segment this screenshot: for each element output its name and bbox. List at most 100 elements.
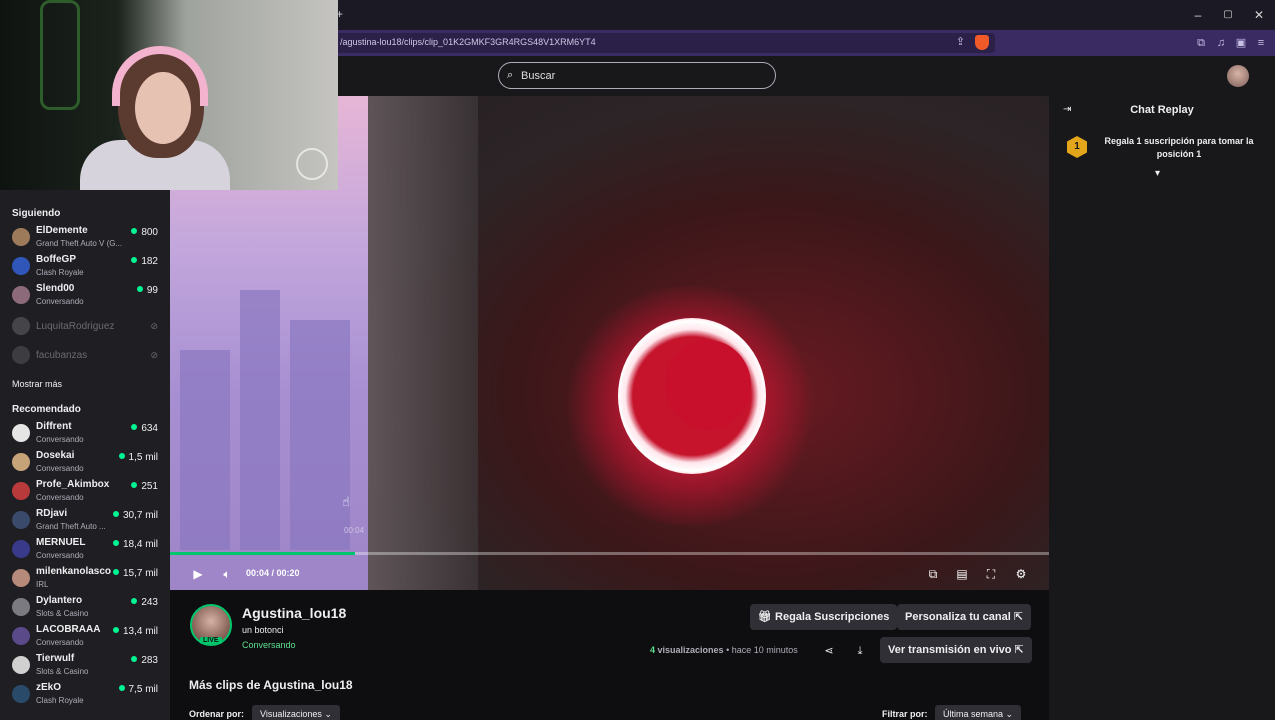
viewer-count: 634 — [131, 423, 158, 434]
sort-dropdown[interactable]: Visualizaciones ⌄ — [252, 705, 340, 720]
watch-live-label: Ver transmisión en vivo — [888, 644, 1012, 656]
scene-building — [240, 290, 280, 550]
settings-icon[interactable]: ⚙ — [1013, 566, 1029, 582]
channel-name: MERNUEL — [36, 537, 86, 548]
music-icon[interactable]: ♫ — [1213, 35, 1229, 51]
gift-prompt: Regala 1 suscripción para tomar la posic… — [1104, 136, 1254, 159]
channel-game: Slots & Casino — [36, 609, 89, 618]
mini-player-icon[interactable]: ⧉ — [925, 566, 941, 582]
watch-live-button[interactable]: Ver transmisión en vivo ⇱ — [880, 637, 1032, 663]
channel-game: Grand Theft Auto V (G... — [36, 239, 123, 248]
viewer-count: 7,5 mil — [119, 684, 158, 695]
webcam-overlay — [0, 0, 338, 190]
offline-icon: ⊘ — [150, 321, 158, 331]
channel-avatar — [12, 569, 30, 587]
red-light-core — [665, 340, 751, 430]
channel-game: Conversando — [36, 493, 84, 502]
channel-avatar — [12, 598, 30, 616]
viewer-count: 1,5 mil — [119, 452, 158, 463]
close-icon[interactable]: ✕ — [1251, 7, 1267, 23]
show-more-link[interactable]: Mostrar más — [12, 379, 62, 389]
extensions-icon[interactable]: ⧉ — [1193, 35, 1209, 51]
maximize-icon[interactable]: ▢ — [1220, 7, 1236, 23]
channel-game: Clash Royale — [36, 268, 84, 277]
sidebar-channel-eldemente[interactable]: ElDemente Grand Theft Auto V (G... 800 — [0, 223, 170, 252]
theatre-mode-icon[interactable]: ▤ — [954, 566, 970, 582]
share-page-icon[interactable]: ⇪ — [956, 35, 965, 48]
user-avatar[interactable] — [1227, 65, 1249, 87]
sidebar-channel-milenkanolasco[interactable]: milenkanolasco IRL 15,7 mil — [0, 564, 170, 593]
sort-label: Ordenar por: — [189, 709, 245, 719]
menu-icon[interactable]: ≡ — [1253, 35, 1269, 51]
views-count: 4 — [650, 645, 656, 655]
channel-name: facubanzas — [36, 350, 88, 361]
channel-avatar — [12, 453, 30, 471]
channel-game: Conversando — [36, 435, 84, 444]
viewer-count: 182 — [131, 256, 158, 267]
viewer-count: 251 — [131, 481, 158, 492]
volume-icon[interactable]: 🔈︎ — [219, 566, 235, 582]
sidebar-channel-luquitarodriguez[interactable]: LuquitaRodriguez ⊘ — [0, 312, 170, 341]
clip-info: LIVE Agustina_lou18 un botonci Conversan… — [170, 590, 1049, 720]
channel-avatar — [12, 228, 30, 246]
external-link-icon: ⇱ — [1010, 611, 1024, 623]
overlay-timestamp: 00:04 — [344, 526, 365, 535]
gift-icon: 🎁︎ — [758, 611, 776, 623]
minimize-icon[interactable]: – — [1190, 7, 1206, 23]
expand-icon[interactable]: ▾ — [1155, 168, 1160, 179]
channel-category[interactable]: Conversando — [242, 640, 296, 650]
download-icon[interactable]: ⤓ — [851, 642, 869, 660]
viewer-count: 30,7 mil — [113, 510, 158, 521]
channel-name[interactable]: Agustina_lou18 — [242, 605, 346, 621]
sidebar-channel-slend00[interactable]: Slend00 Conversando 99 — [0, 281, 170, 310]
recommended-title: Recomendado — [12, 404, 81, 415]
viewer-count: 18,4 mil — [113, 539, 158, 550]
brave-shield-icon[interactable] — [975, 35, 989, 50]
sidebar-channel-diffrent[interactable]: Diffrent Conversando 634 — [0, 419, 170, 448]
time-display: 00:04 / 00:20 — [246, 568, 300, 578]
channel-game: Conversando — [36, 551, 84, 560]
customize-channel-button[interactable]: Personaliza tu canal ⇱ — [897, 604, 1032, 630]
wallet-icon[interactable]: ▣ — [1233, 35, 1249, 51]
sidebar-channel-facubanzas[interactable]: facubanzas ⊘ — [0, 341, 170, 370]
address-field[interactable]: /agustina-lou18/clips/clip_01K2GMKF3GR4R… — [330, 33, 995, 53]
gift-subs-button[interactable]: 🎁︎ Regala Suscripciones — [750, 604, 898, 630]
gift-leaderboard[interactable]: 1 Regala 1 suscripción para tomar la pos… — [1049, 130, 1275, 182]
fullscreen-icon[interactable]: ⛶ — [983, 566, 999, 582]
play-icon[interactable]: ▶ — [190, 566, 206, 582]
sidebar-channel-lacobraaa[interactable]: LACOBRAAA Conversando 13,4 mil — [0, 622, 170, 651]
share-icon[interactable]: ⋖ — [820, 642, 838, 660]
search-placeholder: Buscar — [521, 70, 556, 82]
sidebar-channel-rdjavi[interactable]: RDjavi Grand Theft Auto ... 30,7 mil — [0, 506, 170, 535]
channel-name: milenkanolasco — [36, 566, 112, 577]
channel-name: RDjavi — [36, 508, 68, 519]
neon-logo — [40, 0, 80, 110]
channel-game: IRL — [36, 580, 49, 589]
channel-name: LuquitaRodriguez — [36, 321, 115, 332]
channel-avatar — [12, 540, 30, 558]
channel-name: Tierwulf — [36, 653, 75, 664]
search-input[interactable]: ⌕ Buscar — [498, 62, 776, 89]
channel-name: Diffrent — [36, 421, 72, 432]
live-badge: LIVE — [200, 637, 222, 644]
sidebar-channel-dosekai[interactable]: Dosekai Conversando 1,5 mil — [0, 448, 170, 477]
sidebar-channel-boffegp[interactable]: BoffeGP Clash Royale 182 — [0, 252, 170, 281]
channel-name: Dylantero — [36, 595, 83, 606]
channel-avatar — [12, 685, 30, 703]
sidebar-channel-mernuel[interactable]: MERNUEL Conversando 18,4 mil — [0, 535, 170, 564]
sidebar-channel-dylantero[interactable]: Dylantero Slots & Casino 243 — [0, 593, 170, 622]
external-link-icon: ⇱ — [1011, 644, 1024, 656]
channel-avatar — [12, 482, 30, 500]
filter-dropdown[interactable]: Última semana ⌄ — [935, 705, 1022, 720]
sidebar-channel-zeko[interactable]: zEkO Clash Royale 7,5 mil — [0, 680, 170, 709]
viewer-count: 13,4 mil — [113, 626, 158, 637]
clip-meta: 4 visualizaciones • hace 10 minutos — [650, 645, 798, 655]
sidebar-channel-tierwulf[interactable]: Tierwulf Slots & Casino 283 — [0, 651, 170, 680]
sidebar-channel-profe_akimbox[interactable]: Profe_Akimbox Conversando 251 — [0, 477, 170, 506]
rank-badge-icon: 1 — [1067, 136, 1087, 158]
time-ago: hace 10 minutos — [731, 645, 798, 655]
progress-bar[interactable] — [170, 552, 1049, 555]
mouse-cursor-icon: ☝ — [342, 494, 350, 509]
channel-game: Conversando — [36, 638, 84, 647]
meta-separator: • — [726, 645, 730, 655]
